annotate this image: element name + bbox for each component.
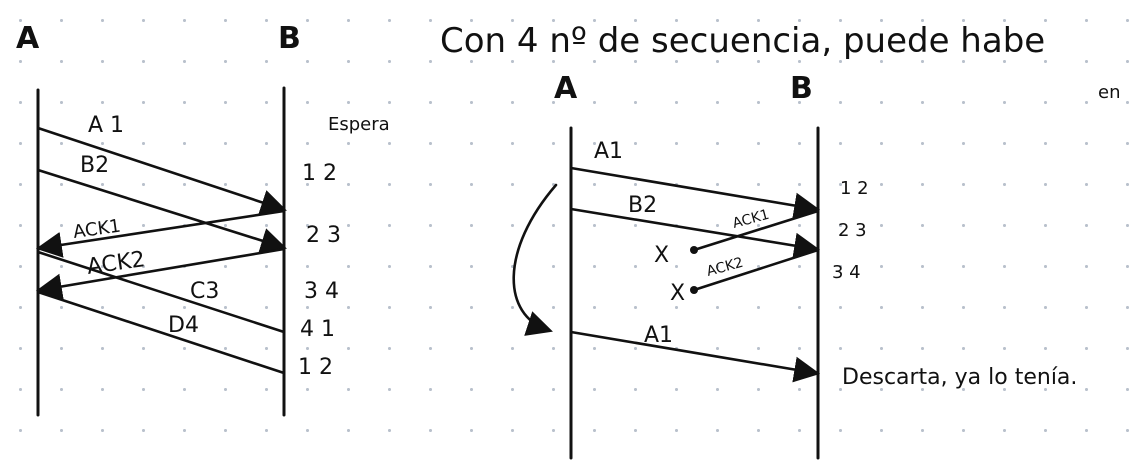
left-label-b2: B2 bbox=[80, 153, 109, 178]
left-label-ack1: ACK1 bbox=[72, 215, 122, 242]
left-arrow-c3 bbox=[36, 250, 286, 334]
left-window-row-4: 4 1 bbox=[300, 317, 335, 342]
right-arrow-b2 bbox=[569, 207, 821, 259]
right-timeout-curve-arrow bbox=[512, 183, 558, 336]
left-window-row-2: 2 3 bbox=[306, 223, 341, 248]
right-ack2-loss-point bbox=[690, 286, 698, 294]
right-window-row-3: 3 4 bbox=[832, 262, 861, 283]
right-label-a1: A1 bbox=[594, 139, 623, 164]
right-ack1-loss-point bbox=[690, 246, 698, 254]
left-window-row-5: 1 2 bbox=[298, 355, 333, 380]
left-node-b-label: B bbox=[278, 21, 301, 56]
heading-tail-text: en bbox=[1098, 82, 1120, 103]
right-node-b-label: B bbox=[790, 71, 813, 106]
left-node-a-label: A bbox=[16, 21, 40, 56]
left-label-a1: A 1 bbox=[88, 113, 124, 138]
right-label-b2: B2 bbox=[628, 193, 657, 218]
left-arrow-a1 bbox=[36, 126, 287, 215]
right-note: Descarta, ya lo tenía. bbox=[842, 365, 1077, 390]
right-window-row-2: 2 3 bbox=[838, 220, 867, 241]
left-window-title: Espera bbox=[328, 114, 390, 135]
left-arrow-ack2 bbox=[35, 247, 286, 300]
right-loss-mark-2: X bbox=[670, 281, 685, 306]
left-arrow-d4 bbox=[36, 290, 286, 375]
sequence-diagrams: Con 4 nº de secuencia, puede habe en A B… bbox=[16, 21, 1120, 460]
right-window-row-1: 1 2 bbox=[840, 178, 869, 199]
left-label-d4: D4 bbox=[168, 313, 199, 338]
right-label-a1-resent: A1 bbox=[644, 323, 673, 348]
right-arrow-a1-resent bbox=[569, 330, 821, 383]
left-window-row-3: 3 4 bbox=[304, 279, 339, 304]
right-loss-mark-1: X bbox=[654, 243, 669, 268]
right-node-a-label: A bbox=[554, 71, 578, 106]
left-window-row-1: 1 2 bbox=[302, 161, 337, 186]
right-arrow-a1 bbox=[569, 166, 821, 219]
left-label-c3: C3 bbox=[190, 279, 219, 304]
heading-text: Con 4 nº de secuencia, puede habe bbox=[440, 21, 1045, 61]
notebook-page: Con 4 nº de secuencia, puede habe en A B… bbox=[0, 0, 1143, 470]
